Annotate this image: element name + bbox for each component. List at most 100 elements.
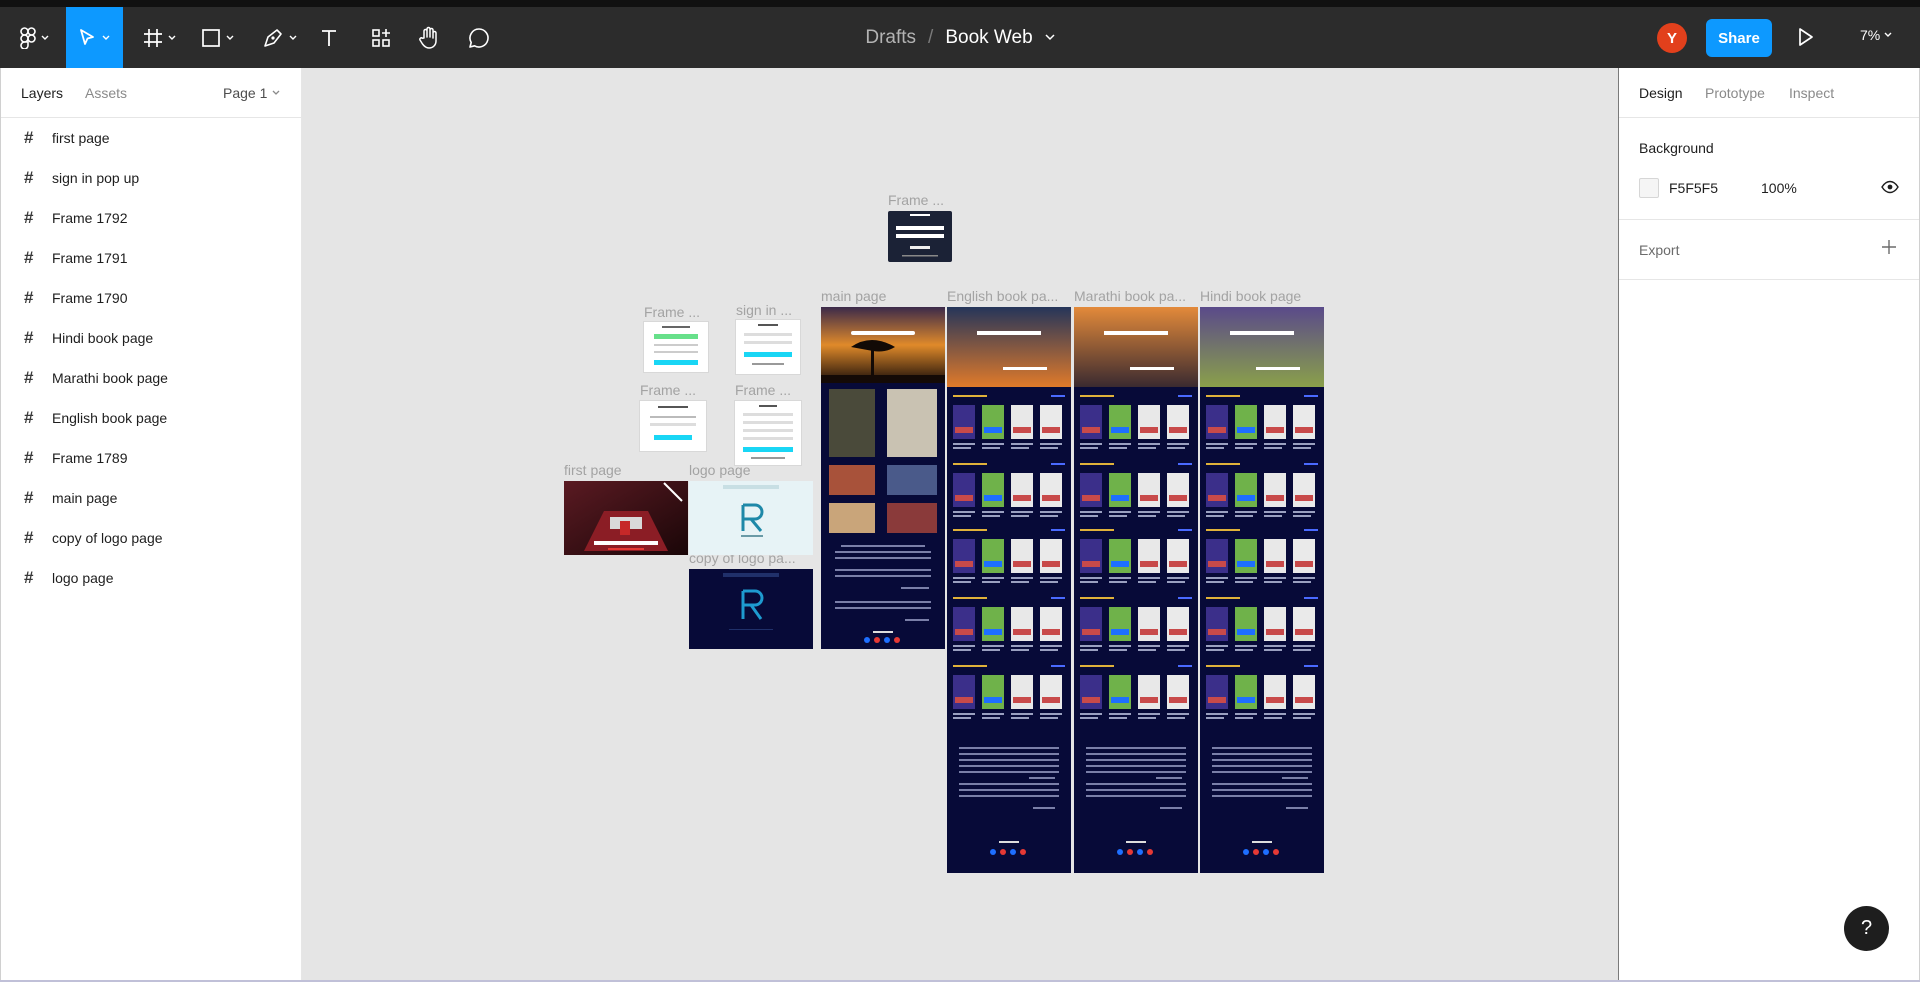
zoom-dropdown[interactable]: 7%	[1860, 27, 1892, 43]
tab-inspect[interactable]: Inspect	[1789, 85, 1834, 101]
background-section: Background F5F5F5 100%	[1619, 118, 1919, 220]
frame-thumbnail-reset-password[interactable]	[644, 322, 708, 372]
frame-label[interactable]: sign in ...	[736, 302, 792, 318]
frame-hash-icon: #	[24, 248, 34, 267]
layer-name: copy of logo page	[52, 530, 163, 546]
layer-row[interactable]: # English book page	[1, 398, 302, 438]
frame-label[interactable]: Frame ...	[735, 382, 791, 398]
frame-preview-graphic	[821, 307, 945, 643]
frame-label[interactable]: Frame ...	[644, 304, 700, 320]
present-button[interactable]	[1797, 27, 1815, 52]
file-menu-chevron-icon[interactable]	[1045, 34, 1055, 41]
layer-name: Marathi book page	[52, 370, 168, 386]
frame-thumbnail-marathi-book-page[interactable]	[1074, 307, 1198, 873]
frame-hash-icon: #	[24, 128, 34, 147]
frame-hash-icon	[143, 28, 162, 47]
frame-thumbnail-sign-up[interactable]	[735, 401, 801, 465]
resources-tool-button[interactable]	[368, 7, 394, 68]
background-hex-value[interactable]: F5F5F5	[1669, 180, 1718, 196]
layer-list: # first page # sign in pop up # Frame 1792 …	[1, 118, 302, 598]
file-name[interactable]: Book Web	[945, 27, 1032, 49]
frame-hash-icon: #	[24, 568, 34, 587]
layer-row[interactable]: # Frame 1789	[1, 438, 302, 478]
pen-icon	[263, 28, 282, 47]
frame-thumbnail-copy-of-logo-page[interactable]	[689, 569, 813, 649]
move-tool-button[interactable]	[66, 7, 123, 68]
layer-row[interactable]: # sign in pop up	[1, 158, 302, 198]
layer-row[interactable]: # Frame 1791	[1, 238, 302, 278]
frame-label[interactable]: English book pa...	[947, 288, 1058, 304]
chevron-down-icon	[289, 35, 296, 40]
frame-label[interactable]: Marathi book pa...	[1074, 288, 1186, 304]
frame-thumbnail-hindi-book-page[interactable]	[1200, 307, 1324, 873]
rectangle-icon	[201, 28, 220, 47]
frame-thumbnail-sign-in-popup[interactable]	[736, 320, 800, 374]
frame-thumbnail-forgot-password[interactable]	[640, 401, 706, 451]
background-title: Background	[1639, 140, 1714, 156]
frame-preview-graphic	[650, 406, 696, 440]
frame-thumbnail-english-book-page[interactable]	[947, 307, 1071, 873]
frame-hash-icon: #	[24, 168, 34, 187]
hand-icon	[419, 26, 437, 49]
frame-label[interactable]: first page	[564, 462, 622, 478]
export-section: Export	[1619, 220, 1919, 280]
frame-preview-graphic	[723, 485, 779, 537]
chevron-down-icon	[1884, 32, 1892, 37]
background-opacity-value[interactable]: 100%	[1761, 180, 1797, 196]
shape-tool-button[interactable]	[196, 7, 238, 68]
frame-thumbnail-sign-in-dark[interactable]	[888, 211, 952, 262]
layers-panel-header: Layers Assets Page 1	[1, 68, 302, 118]
layer-row[interactable]: # first page	[1, 118, 302, 158]
page-selector[interactable]: Page 1	[223, 85, 280, 101]
layer-name: Frame 1790	[52, 290, 128, 306]
text-tool-button[interactable]	[316, 7, 342, 68]
layer-row[interactable]: # Marathi book page	[1, 358, 302, 398]
user-avatar[interactable]: Y	[1657, 23, 1687, 53]
export-title: Export	[1639, 242, 1680, 258]
tab-layers[interactable]: Layers	[21, 85, 63, 101]
share-button[interactable]: Share	[1706, 19, 1772, 57]
visibility-eye-icon[interactable]	[1881, 180, 1899, 199]
frame-hash-icon: #	[24, 448, 34, 467]
frame-label[interactable]: main page	[821, 288, 886, 304]
frame-preview-graphic	[743, 405, 793, 459]
frame-preview-graphic	[654, 326, 698, 365]
layer-row[interactable]: # Frame 1790	[1, 278, 302, 318]
chevron-down-icon	[226, 35, 233, 40]
frame-hash-icon: #	[24, 528, 34, 547]
tab-design[interactable]: Design	[1639, 85, 1683, 101]
background-color-swatch[interactable]	[1639, 178, 1659, 198]
chevron-down-icon	[168, 35, 175, 40]
layer-row[interactable]: # main page	[1, 478, 302, 518]
frame-hash-icon: #	[24, 288, 34, 307]
layer-row[interactable]: # copy of logo page	[1, 518, 302, 558]
frame-hash-icon: #	[24, 408, 34, 427]
layer-row[interactable]: # Hindi book page	[1, 318, 302, 358]
tab-assets[interactable]: Assets	[85, 85, 127, 101]
canvas[interactable]: Frame ... Frame ... sign in ... Frame ..…	[302, 68, 1618, 980]
hand-tool-button[interactable]	[416, 7, 442, 68]
comment-bubble-icon	[469, 27, 489, 48]
frame-label[interactable]: Frame ...	[640, 382, 696, 398]
properties-panel-header: Design Prototype Inspect	[1619, 68, 1919, 118]
pen-tool-button[interactable]	[258, 7, 300, 68]
frame-label[interactable]: Hindi book page	[1200, 288, 1301, 304]
layer-row[interactable]: # logo page	[1, 558, 302, 598]
layer-row[interactable]: # Frame 1792	[1, 198, 302, 238]
frame-thumbnail-main-page[interactable]	[821, 307, 945, 649]
frame-thumbnail-logo-page[interactable]	[689, 481, 813, 555]
add-export-plus-icon[interactable]	[1881, 239, 1897, 260]
frame-preview-graphic	[947, 307, 1071, 855]
frame-label[interactable]: Frame ...	[888, 192, 944, 208]
main-menu-button[interactable]	[14, 7, 54, 68]
frame-tool-button[interactable]	[138, 7, 180, 68]
tab-prototype[interactable]: Prototype	[1705, 85, 1765, 101]
breadcrumb-folder[interactable]: Drafts	[865, 27, 916, 49]
frame-thumbnail-first-page[interactable]	[564, 481, 688, 555]
comment-tool-button[interactable]	[466, 7, 492, 68]
help-button[interactable]: ?	[1844, 906, 1889, 951]
layers-panel: Layers Assets Page 1 # first page # sign i…	[0, 68, 302, 980]
frame-preview-graphic	[1074, 307, 1198, 855]
chevron-down-icon	[272, 90, 280, 95]
cursor-arrow-icon	[80, 28, 94, 45]
